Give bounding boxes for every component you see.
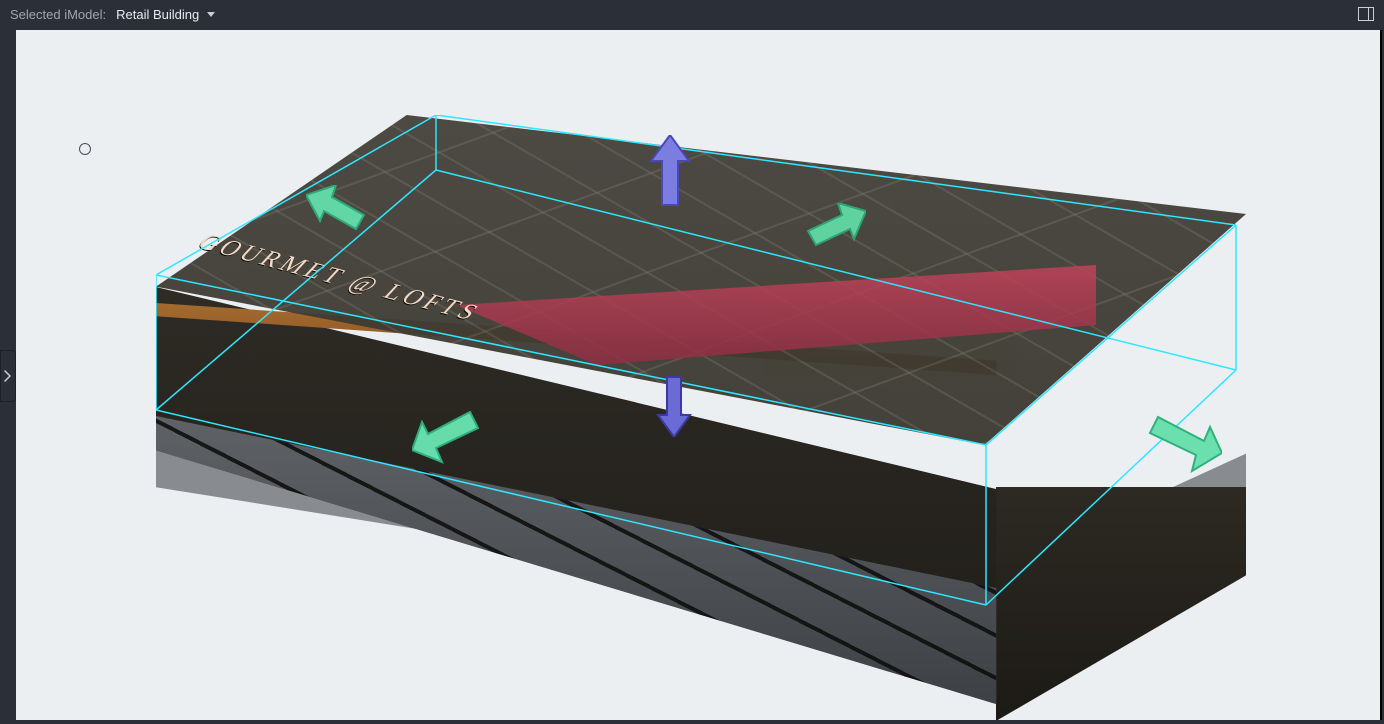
app-root: Selected iModel: Retail Building [0, 0, 1384, 724]
caret-down-icon [207, 12, 215, 17]
arrow-nw-icon[interactable] [306, 185, 368, 233]
header-bar: Selected iModel: Retail Building [0, 0, 1384, 28]
layout-toggle-icon[interactable] [1358, 7, 1374, 21]
imodel-selector[interactable]: Retail Building [116, 7, 215, 22]
arrow-ne-icon[interactable] [804, 203, 866, 249]
expand-panel-handle[interactable] [0, 350, 16, 402]
building-model: GOURMET @ LOFTS [156, 115, 1246, 675]
imodel-selected-value: Retail Building [116, 7, 199, 22]
imodel-label: Selected iModel: [10, 7, 106, 22]
side-wall [996, 487, 1246, 720]
arrow-sw-icon[interactable] [412, 410, 484, 464]
stage: GOURMET @ LOFTS [0, 28, 1384, 724]
scene-3d: GOURMET @ LOFTS [16, 30, 1382, 720]
arrow-up-z-icon[interactable] [648, 135, 692, 209]
viewport-3d[interactable]: GOURMET @ LOFTS [16, 30, 1382, 720]
header-left: Selected iModel: Retail Building [10, 7, 215, 22]
arrow-down-z-icon[interactable] [656, 375, 692, 437]
arrow-se-icon[interactable] [1144, 415, 1222, 473]
chevron-right-icon [4, 370, 12, 382]
